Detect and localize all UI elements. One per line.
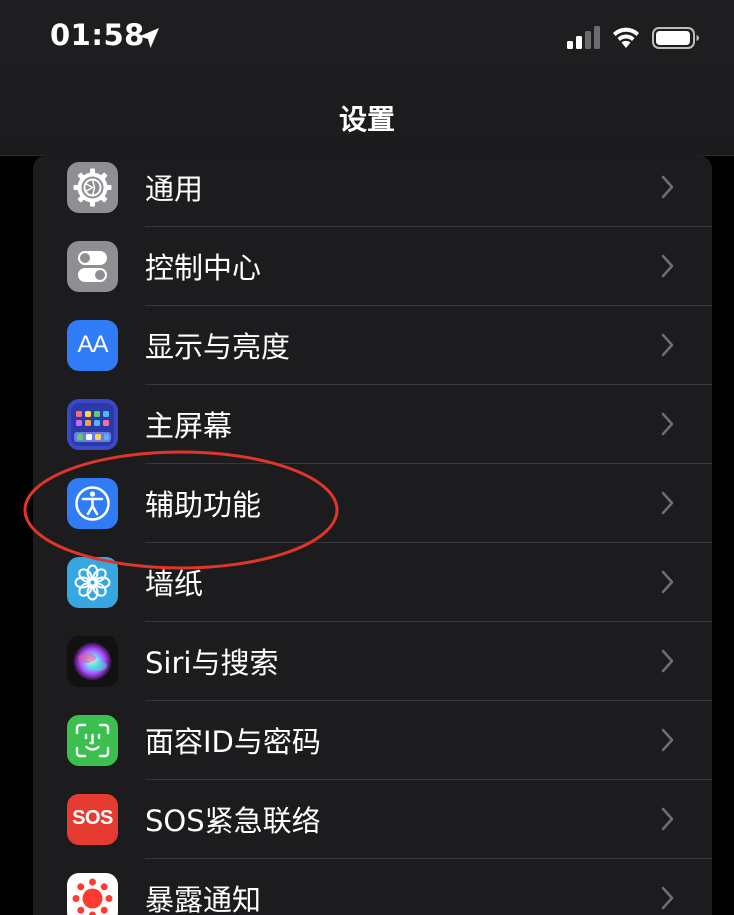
location-arrow-icon bbox=[137, 26, 161, 50]
siri-icon bbox=[67, 636, 118, 687]
chevron-right-icon bbox=[661, 175, 675, 199]
exposure-notification-icon bbox=[67, 873, 118, 915]
chevron-right-icon bbox=[661, 570, 675, 594]
settings-row-siri-search[interactable]: Siri与搜索 bbox=[33, 622, 712, 701]
page-title: 设置 bbox=[0, 98, 734, 138]
settings-row-label: 主屏幕 bbox=[145, 403, 232, 445]
home-screen-grid-icon bbox=[67, 399, 118, 450]
status-bar: 01:58 bbox=[0, 0, 734, 72]
chevron-right-icon bbox=[661, 254, 675, 278]
chevron-right-icon bbox=[661, 491, 675, 515]
battery-icon bbox=[652, 27, 700, 49]
chevron-right-icon bbox=[661, 333, 675, 357]
settings-row-exposure-notifications[interactable]: 暴露通知 bbox=[33, 859, 712, 915]
sos-icon-glyph: SOS bbox=[67, 807, 118, 830]
text-size-icon: AA bbox=[67, 320, 118, 371]
highlight-oval-annotation bbox=[22, 448, 340, 572]
wifi-icon bbox=[610, 24, 642, 50]
chevron-right-icon bbox=[661, 412, 675, 436]
chevron-right-icon bbox=[661, 649, 675, 673]
settings-row-label: Siri与搜索 bbox=[145, 640, 278, 682]
settings-row-emergency-sos[interactable]: SOS SOS紧急联络 bbox=[33, 780, 712, 859]
settings-row-display-brightness[interactable]: AA 显示与亮度 bbox=[33, 306, 712, 385]
chevron-right-icon bbox=[661, 886, 675, 910]
header: 01:58 设置 bbox=[0, 0, 734, 156]
status-time: 01:58 bbox=[50, 18, 145, 52]
settings-row-label: 控制中心 bbox=[145, 245, 261, 287]
settings-row-general[interactable]: 通用 bbox=[33, 155, 712, 227]
settings-row-label: 暴露通知 bbox=[145, 877, 261, 915]
settings-row-label: 面容ID与密码 bbox=[145, 719, 321, 761]
settings-row-label: 通用 bbox=[145, 166, 203, 208]
settings-row-label: SOS紧急联络 bbox=[145, 798, 321, 840]
cellular-signal-icon bbox=[566, 26, 602, 50]
chevron-right-icon bbox=[661, 728, 675, 752]
chevron-right-icon bbox=[661, 807, 675, 831]
toggles-icon bbox=[67, 241, 118, 292]
settings-row-face-id-passcode[interactable]: 面容ID与密码 bbox=[33, 701, 712, 780]
face-id-icon bbox=[67, 715, 118, 766]
gear-icon bbox=[67, 162, 118, 213]
settings-row-label: 显示与亮度 bbox=[145, 324, 290, 366]
settings-row-control-center[interactable]: 控制中心 bbox=[33, 227, 712, 306]
sos-icon: SOS bbox=[67, 794, 118, 845]
text-size-icon-glyph: AA bbox=[67, 331, 118, 359]
